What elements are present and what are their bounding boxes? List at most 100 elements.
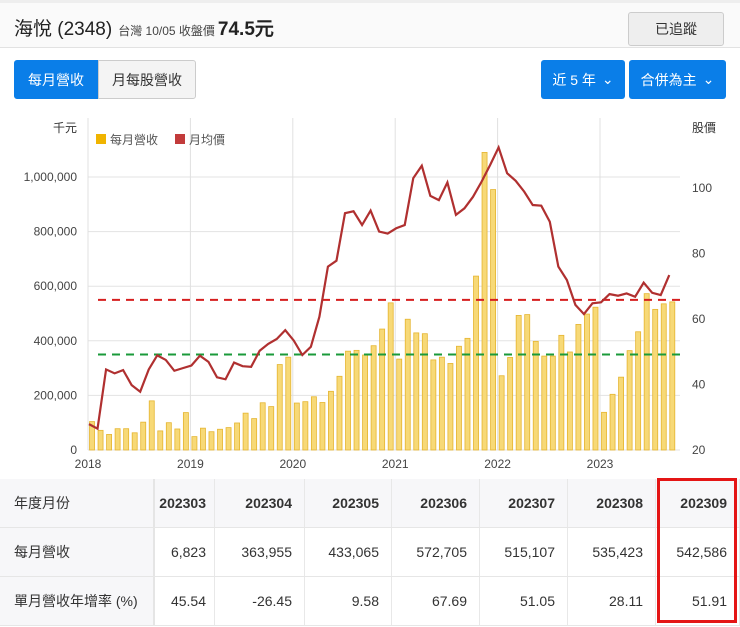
cell-revenue: 535,423: [568, 528, 656, 576]
revenue-bar: [268, 406, 275, 451]
x-tick-label: 2019: [177, 457, 204, 471]
right-tick-label: 40: [692, 378, 706, 392]
revenue-bar: [148, 400, 155, 451]
period-dropdown[interactable]: 近 5 年 ⌄: [541, 60, 625, 99]
x-tick-label: 2022: [484, 457, 511, 471]
stock-title: 海悅 (2348) 台灣 10/05 收盤價 74.5元: [14, 14, 274, 41]
cell-month: 202309: [656, 479, 740, 527]
period-label: 近 5 年: [552, 71, 596, 88]
cell-month: 202303: [157, 479, 215, 527]
right-axis-title: 股價: [692, 121, 716, 135]
revenue-bar: [430, 359, 437, 451]
stock-header: 海悅 (2348) 台灣 10/05 收盤價 74.5元 已追蹤: [0, 0, 740, 48]
revenue-table: 年度月份 202303 202304 202305 202306 202307 202308…: [0, 479, 740, 627]
x-tick-label: 2023: [587, 457, 614, 471]
revenue-bar: [626, 350, 633, 451]
revenue-bar: [276, 364, 283, 451]
revenue-bar: [140, 421, 147, 451]
revenue-bar: [234, 422, 240, 451]
revenue-bar: [336, 375, 343, 451]
cell-yoy: 9.58: [305, 577, 392, 625]
market-close-label: 台灣 10/05 收盤價: [118, 24, 215, 38]
cell-yoy: 51.05: [480, 577, 568, 625]
revenue-bar: [217, 428, 223, 451]
revenue-bar: [558, 334, 565, 451]
revenue-bar: [635, 331, 642, 451]
revenue-bar: [498, 375, 505, 451]
tracked-button[interactable]: 已追蹤: [628, 12, 724, 46]
row-label: 單月營收年增率 (%): [0, 577, 155, 625]
left-tick-label: 800,000: [34, 225, 78, 239]
revenue-bar: [438, 356, 445, 451]
revenue-bar: [601, 411, 607, 451]
revenue-bar: [421, 333, 428, 451]
cell-month: 202304: [215, 479, 305, 527]
revenue-bar: [319, 402, 326, 451]
revenue-bar: [370, 345, 377, 451]
cell-revenue: 572,705: [392, 528, 480, 576]
left-axis-title: 千元: [53, 121, 77, 135]
revenue-price-chart: 0 200,000 400,000 600,000 800,000 1,000,000 20…: [24, 118, 716, 471]
cell-revenue: 6,823: [157, 528, 215, 576]
table-row: 每月營收 6,823 363,955 433,065 572,705 515,107 535…: [0, 528, 740, 577]
revenue-bar: [652, 308, 659, 451]
chevron-down-icon: ⌄: [702, 71, 715, 87]
revenue-bar: [353, 349, 360, 451]
cell-month: 202308: [568, 479, 656, 527]
revenue-bar: [387, 302, 394, 451]
right-tick-label: 100: [692, 181, 712, 195]
cell-yoy: 51.91: [656, 577, 740, 625]
cell-month: 202306: [392, 479, 480, 527]
revenue-bar: [157, 430, 164, 451]
cell-month: 202307: [480, 479, 568, 527]
left-tick-label: 1,000,000: [24, 170, 78, 184]
revenue-bar: [669, 301, 676, 451]
revenue-bar: [575, 324, 582, 451]
revenue-bar: [456, 345, 462, 451]
cell-revenue: 363,955: [215, 528, 305, 576]
revenue-bar: [131, 432, 138, 451]
cell-revenue: 542,586: [656, 528, 740, 576]
revenue-bar: [515, 315, 522, 451]
revenue-bar: [242, 412, 249, 451]
revenue-bar: [285, 356, 292, 451]
x-tick-label: 2020: [279, 457, 306, 471]
revenue-bar: [225, 427, 232, 451]
revenue-bar: [97, 429, 104, 451]
cell-revenue: 433,065: [305, 528, 392, 576]
revenue-bar: [507, 357, 514, 451]
revenue-bar: [174, 428, 181, 451]
revenue-bar: [302, 401, 309, 451]
revenue-bar: [566, 351, 573, 451]
revenue-bar: [473, 275, 479, 451]
revenue-bar: [396, 358, 403, 451]
revenue-bar: [379, 328, 386, 451]
tab-monthly-eps-revenue[interactable]: 月每股營收: [98, 60, 196, 99]
row-label: 每月營收: [0, 528, 155, 576]
revenue-bar: [609, 393, 616, 451]
revenue-bar: [191, 436, 198, 451]
revenue-bar: [643, 293, 650, 451]
revenue-bar: [413, 332, 420, 451]
legend-swatch-revenue: [96, 134, 106, 144]
revenue-bar: [293, 402, 300, 451]
revenue-bar: [182, 412, 189, 451]
revenue-bar: [251, 418, 258, 451]
x-tick-label: 2018: [75, 457, 102, 471]
revenue-bar: [447, 363, 454, 451]
cell-yoy: 45.54: [157, 577, 215, 625]
legend-price: 月均價: [189, 133, 225, 147]
revenue-bar: [660, 303, 667, 451]
revenue-bar: [114, 428, 121, 451]
revenue-bar: [123, 428, 130, 451]
basis-dropdown[interactable]: 合併為主 ⌄: [629, 60, 726, 99]
left-tick-label: 400,000: [34, 334, 78, 348]
revenue-bar: [345, 350, 351, 451]
revenue-tabs: 每月營收 月每股營收: [14, 60, 196, 99]
revenue-bar: [592, 306, 599, 451]
revenue-bar: [490, 189, 497, 451]
tab-monthly-revenue[interactable]: 每月營收: [14, 60, 98, 99]
revenue-bar: [208, 431, 215, 451]
close-price: 74.5元: [217, 19, 274, 40]
right-tick-label: 20: [692, 443, 706, 457]
